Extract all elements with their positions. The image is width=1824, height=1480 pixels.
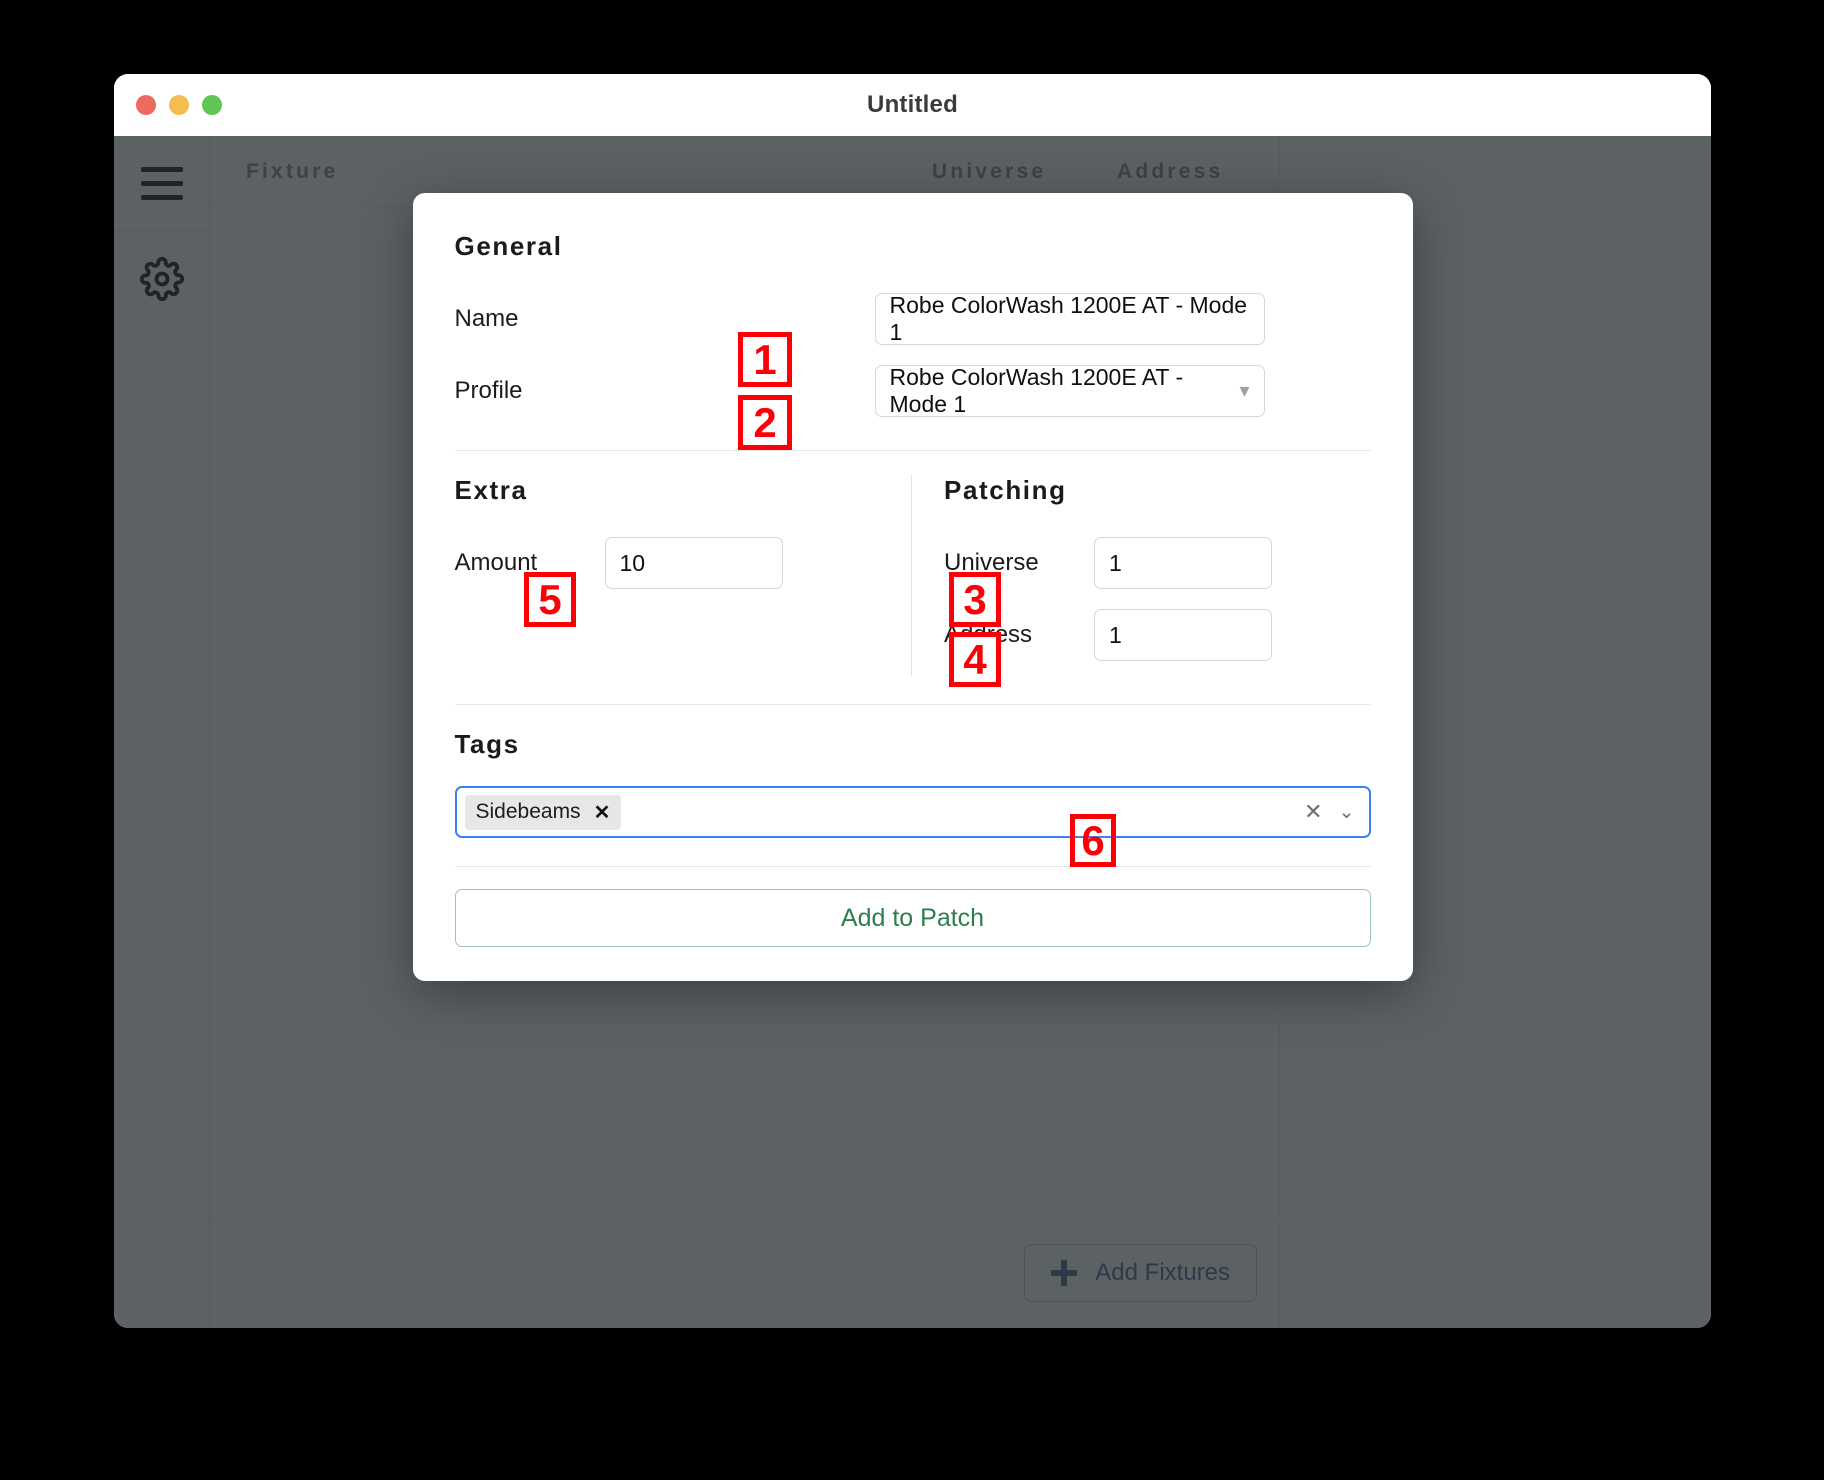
- patching-heading: Patching: [944, 475, 1067, 505]
- add-to-patch-button[interactable]: Add to Patch: [454, 889, 1371, 947]
- tag-chip-remove-icon[interactable]: ✕: [594, 800, 611, 825]
- tags-input[interactable]: Sidebeams ✕ ✕ ⌄: [454, 786, 1371, 838]
- amount-input[interactable]: 10: [604, 537, 783, 589]
- section-divider-1: [454, 450, 1371, 451]
- name-input[interactable]: Robe ColorWash 1200E AT - Mode 1: [874, 292, 1265, 345]
- section-divider-2: [454, 704, 1371, 705]
- profile-label: Profile: [454, 377, 523, 404]
- callout-marker-2: 2: [738, 395, 792, 450]
- name-row: Name Robe ColorWash 1200E AT - Mode 1: [455, 288, 1371, 350]
- tags-chevron-down-icon[interactable]: ⌄: [1339, 801, 1355, 824]
- profile-selected-value: Robe ColorWash 1200E AT - Mode 1: [889, 364, 1184, 417]
- callout-marker-3: 3: [949, 572, 1001, 627]
- clear-tags-icon[interactable]: ✕: [1304, 799, 1322, 825]
- callout-marker-4: 4: [949, 632, 1001, 687]
- callout-marker-5: 5: [524, 572, 576, 627]
- chevron-down-icon: ▾: [1239, 380, 1250, 402]
- tags-heading: Tags: [454, 729, 520, 759]
- callout-marker-6: 6: [1070, 814, 1116, 867]
- extra-patching-columns: Extra Amount 10 Patching Universe 1 Addr…: [455, 475, 1371, 676]
- general-heading: General: [454, 231, 563, 261]
- callout-marker-1: 1: [738, 332, 792, 387]
- universe-input[interactable]: 1: [1094, 537, 1272, 589]
- profile-select[interactable]: Robe ColorWash 1200E AT - Mode 1 ▾: [874, 364, 1265, 417]
- address-input[interactable]: 1: [1094, 609, 1272, 661]
- general-section: General Name Robe ColorWash 1200E AT - M…: [455, 231, 1371, 422]
- modal-overlay: General Name Robe ColorWash 1200E AT - M…: [114, 74, 1711, 1328]
- extra-heading: Extra: [454, 475, 528, 505]
- tags-section: Tags Sidebeams ✕ ✕ ⌄: [454, 729, 1371, 838]
- universe-row: Universe 1: [944, 532, 1371, 594]
- app-window: Untitled Fixture Universe Address Add Fi…: [114, 74, 1711, 1328]
- tag-chip-label: Sidebeams: [475, 800, 581, 823]
- tags-actions: ✕ ⌄: [1304, 799, 1362, 825]
- name-label: Name: [454, 305, 519, 332]
- profile-row: Profile Robe ColorWash 1200E AT - Mode 1…: [455, 360, 1371, 422]
- tag-list: Sidebeams ✕: [464, 794, 1305, 830]
- section-divider-3: [454, 866, 1371, 867]
- amount-row: Amount 10: [455, 532, 882, 594]
- address-row: Address 1: [944, 604, 1371, 666]
- tag-chip[interactable]: Sidebeams ✕: [464, 794, 622, 830]
